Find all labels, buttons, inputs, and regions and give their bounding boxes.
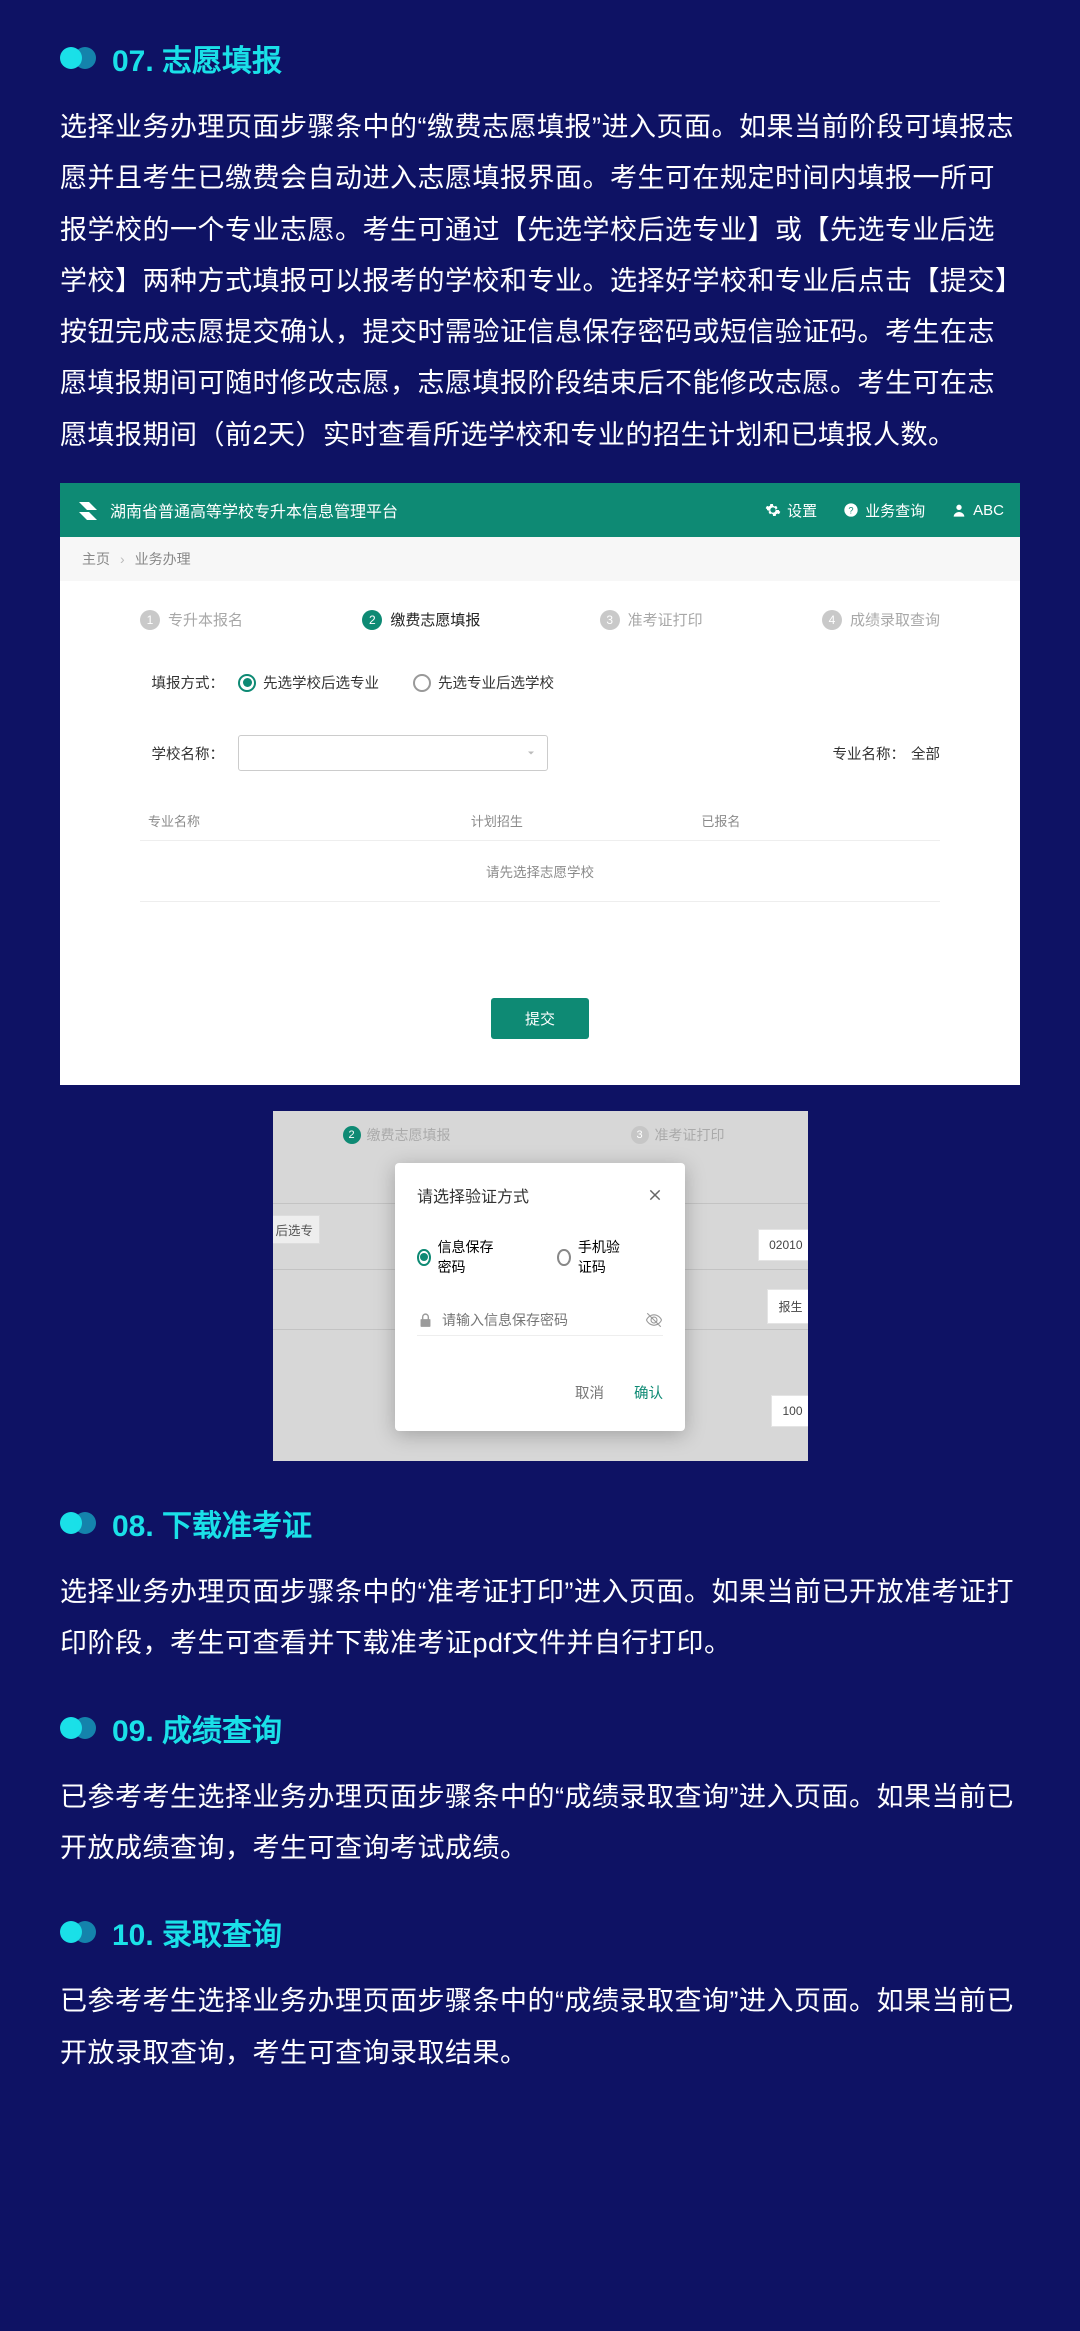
school-select[interactable] (238, 735, 548, 771)
radio-icon (238, 674, 256, 692)
chevron-down-icon (525, 747, 537, 759)
bullet-icon (60, 1717, 96, 1739)
radio-icon (417, 1249, 431, 1266)
step-4[interactable]: 4成绩录取查询 (822, 609, 940, 630)
settings-button[interactable]: 设置 (765, 500, 817, 521)
section-09-body: 已参考考生选择业务办理页面步骤条中的“成绩录取查询”进入页面。如果当前已开放成绩… (60, 1772, 1020, 1875)
section-10-body: 已参考考生选择业务办理页面步骤条中的“成绩录取查询”进入页面。如果当前已开放录取… (60, 1976, 1020, 2079)
eye-off-icon[interactable] (645, 1311, 663, 1329)
user-label: ABC (973, 502, 1004, 519)
step-3[interactable]: 3准考证打印 (600, 609, 703, 630)
major-value: 全部 (911, 743, 940, 764)
section-08-body: 选择业务办理页面步骤条中的“准考证打印”进入页面。如果当前已开放准考证打印阶段，… (60, 1567, 1020, 1670)
verify-dialog: 请选择验证方式 信息保存密码 手机验证码 取消 确认 (395, 1163, 685, 1431)
section-09-heading: 09. 成绩查询 (112, 1706, 282, 1750)
mode-label: 填报方式： (140, 672, 238, 693)
bg-fragment: 报生 (767, 1289, 807, 1324)
bullet-icon (60, 47, 96, 69)
step-bar: 1专升本报名 2缴费志愿填报 3准考证打印 4成绩录取查询 (140, 609, 940, 630)
breadcrumb: 主页 › 业务办理 (60, 537, 1020, 581)
bg-fragment: 02010 (758, 1229, 807, 1261)
submit-button[interactable]: 提交 (491, 998, 589, 1039)
radio-school-first[interactable]: 先选学校后选专业 (238, 672, 379, 693)
bg-fragment: 后选专 (273, 1215, 321, 1244)
step-1[interactable]: 1专升本报名 (140, 609, 243, 630)
crumb-home[interactable]: 主页 (82, 549, 110, 569)
bg-fragment: 100 (771, 1395, 807, 1427)
col-major: 专业名称 (148, 811, 471, 830)
major-label: 专业名称： (833, 743, 906, 764)
cancel-button[interactable]: 取消 (575, 1382, 604, 1403)
radio-major-first[interactable]: 先选专业后选学校 (413, 672, 554, 693)
gear-icon (765, 502, 781, 518)
screenshot-volunteer-form: 湖南省普通高等学校专升本信息管理平台 设置 ? 业务查询 ABC 主页 › 业务… (60, 483, 1020, 1085)
section-07-body: 选择业务办理页面步骤条中的“缴费志愿填报”进入页面。如果当前阶段可填报志愿并且考… (60, 102, 1020, 461)
radio-icon (413, 674, 431, 692)
radio-icon (557, 1249, 571, 1266)
chevron-right-icon: › (120, 551, 125, 567)
site-title: 湖南省普通高等学校专升本信息管理平台 (110, 498, 739, 522)
school-label: 学校名称： (140, 743, 238, 764)
table-empty: 请先选择志愿学校 (140, 841, 940, 902)
screenshot-verify-dialog: 2缴费志愿填报 3准考证打印 后选专 02010 报生 100 请选择验证方式 … (273, 1111, 808, 1461)
bullet-icon (60, 1512, 96, 1534)
query-button[interactable]: ? 业务查询 (843, 500, 925, 521)
site-logo (76, 498, 100, 522)
lock-icon (417, 1312, 434, 1329)
help-icon: ? (843, 502, 859, 518)
section-10-heading: 10. 录取查询 (112, 1910, 282, 1954)
radio-sms[interactable]: 手机验证码 (557, 1237, 629, 1277)
password-input[interactable] (442, 1312, 637, 1328)
section-08-heading: 08. 下载准考证 (112, 1501, 312, 1545)
svg-text:?: ? (849, 505, 854, 515)
dialog-title: 请选择验证方式 (417, 1183, 529, 1207)
confirm-button[interactable]: 确认 (634, 1382, 663, 1403)
user-button[interactable]: ABC (951, 502, 1004, 519)
col-plan: 计划招生 (471, 811, 702, 830)
settings-label: 设置 (787, 500, 817, 521)
table-header: 专业名称 计划招生 已报名 (140, 797, 940, 841)
crumb-current: 业务办理 (135, 549, 191, 569)
bullet-icon (60, 1921, 96, 1943)
radio-password[interactable]: 信息保存密码 (417, 1237, 499, 1277)
close-icon[interactable] (647, 1187, 663, 1203)
step-2[interactable]: 2缴费志愿填报 (362, 609, 480, 630)
col-applied: 已报名 (701, 811, 932, 830)
user-icon (951, 502, 967, 518)
query-label: 业务查询 (865, 500, 925, 521)
section-07-heading: 07. 志愿填报 (112, 36, 282, 80)
